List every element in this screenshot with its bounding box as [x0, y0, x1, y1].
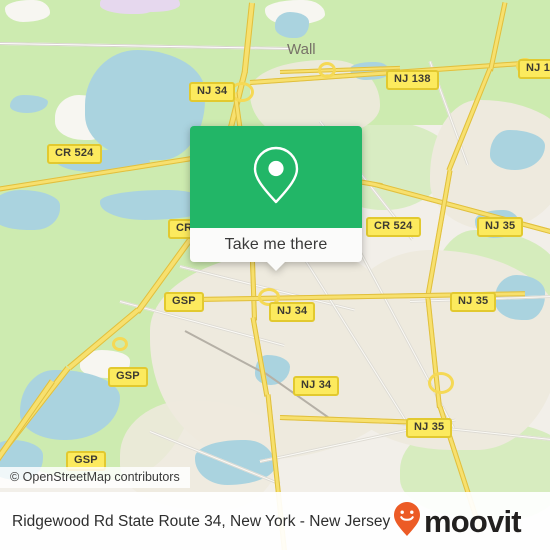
map-water-lake-main — [85, 50, 205, 160]
osm-attribution[interactable]: © OpenStreetMap contributors — [0, 467, 190, 488]
take-me-there-button[interactable]: Take me there — [225, 236, 328, 254]
shield-cr-524-east[interactable]: CR 524 — [366, 217, 421, 237]
shield-nj-35-northeast[interactable]: NJ 35 — [477, 217, 524, 237]
map-building-cluster-2 — [5, 0, 50, 22]
callout-action-bar[interactable]: Take me there — [190, 228, 362, 271]
shield-cr-524-west[interactable]: CR 524 — [47, 144, 102, 164]
map-interchange-mid — [318, 62, 336, 78]
shield-gsp-mid[interactable]: GSP — [164, 292, 204, 312]
shield-nj-35-south[interactable]: NJ 35 — [406, 418, 453, 438]
footer-bar: Ridgewood Rd State Route 34, New York - … — [0, 492, 550, 550]
moovit-logo[interactable]: moovit — [392, 501, 522, 542]
shield-nj-34-south[interactable]: NJ 34 — [293, 376, 340, 396]
map-interchange-sw — [112, 337, 128, 351]
map-water-pond-north — [275, 12, 309, 38]
shield-gsp-lower[interactable]: GSP — [108, 367, 148, 387]
moovit-wordmark: moovit — [424, 503, 522, 539]
callout-tail-pointer — [266, 261, 286, 271]
destination-callout-card[interactable]: Take me there — [190, 126, 362, 271]
location-title: Ridgewood Rd State Route 34, New York - … — [12, 512, 391, 530]
shield-nj-13x-clipped[interactable]: NJ 13 — [518, 59, 550, 79]
shield-nj-138[interactable]: NJ 138 — [386, 70, 439, 90]
shield-nj-34-mid[interactable]: NJ 34 — [269, 302, 316, 322]
map-place-label-wall: Wall — [287, 41, 316, 58]
map-pin-icon — [249, 144, 303, 211]
map-interchange-east — [428, 372, 454, 394]
moovit-pin-smile-icon — [392, 501, 422, 542]
shield-nj-35-east[interactable]: NJ 35 — [450, 292, 497, 312]
map-water-pond-1 — [0, 190, 60, 230]
map-screenshot: Wall NJ 34 NJ 138 NJ 13 CR 524 CR CR 524… — [0, 0, 550, 550]
callout-pin-area — [190, 126, 362, 228]
shield-nj-34-north[interactable]: NJ 34 — [189, 82, 236, 102]
